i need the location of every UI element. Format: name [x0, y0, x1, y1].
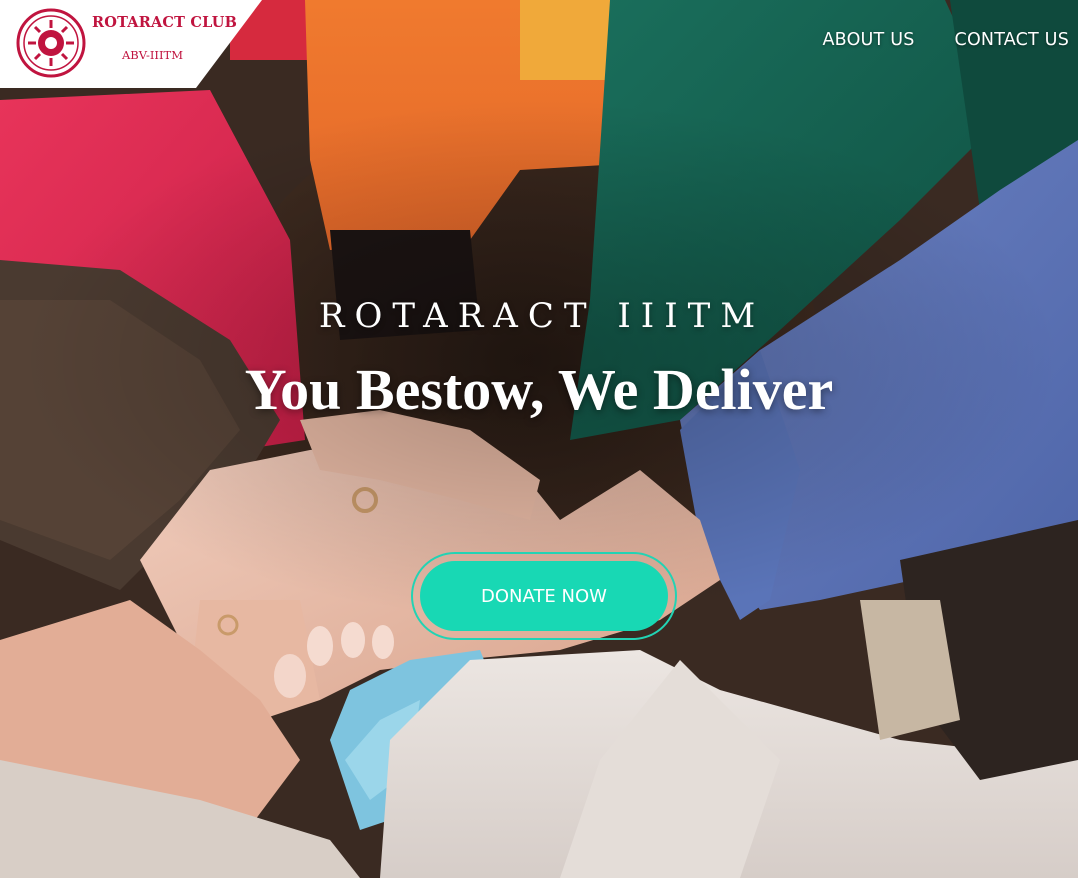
rotaract-emblem-icon [16, 8, 86, 78]
hero-overlay [0, 0, 1078, 878]
nav-contact-us-link[interactable]: CONTACT US [955, 30, 1069, 50]
donate-now-button[interactable]: DONATE NOW [420, 561, 668, 631]
nav-about-us-link[interactable]: ABOUT US [823, 30, 915, 50]
hero-section: ROTARACT CLUB ABV-IIITM ABOUT US CONTACT… [0, 0, 1078, 878]
site-logo[interactable]: ROTARACT CLUB ABV-IIITM [0, 0, 262, 88]
hero-eyebrow: ROTARACT IIITM [318, 296, 766, 336]
hero-tagline: You Bestow, We Deliver [244, 357, 834, 422]
logo-name: ROTARACT CLUB [92, 14, 238, 31]
logo-subtitle: ABV-IIITM [122, 48, 183, 62]
main-nav: ABOUT US CONTACT US [823, 30, 1070, 50]
